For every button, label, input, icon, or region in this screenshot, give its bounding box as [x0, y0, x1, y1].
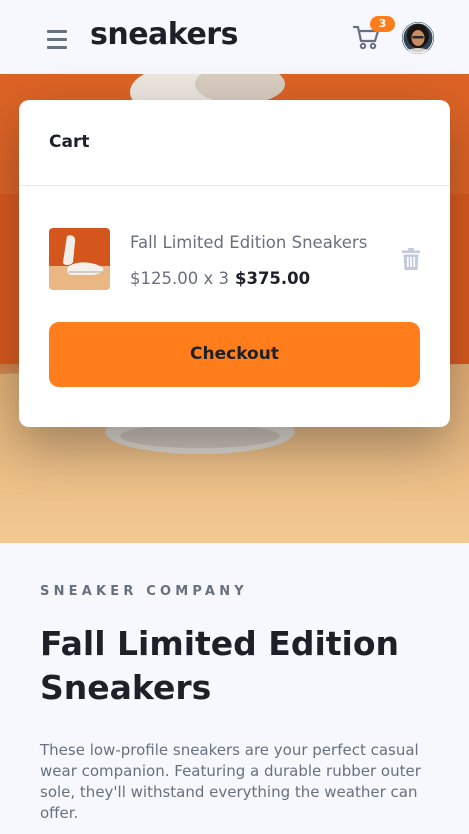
avatar[interactable] [402, 22, 434, 54]
top-header: sneakers 3 [0, 0, 469, 74]
checkout-button[interactable]: Checkout [49, 322, 420, 387]
trash-icon [402, 248, 420, 270]
cart-item-total: $375.00 [234, 269, 311, 288]
product-title: Fall Limited Edition Sneakers [40, 624, 400, 707]
cart-dropdown: Cart Fall Limited Edition Sneakers $125.… [19, 100, 450, 427]
delete-item-button[interactable] [402, 248, 420, 270]
cart-item-unit-price: $125.00 x 3 [130, 269, 229, 288]
company-label: SNEAKER COMPANY [40, 584, 248, 599]
product-description: These low-profile sneakers are your perf… [40, 741, 421, 822]
cart-item-name: Fall Limited Edition Sneakers [130, 233, 368, 252]
cart-count-badge: 3 [370, 16, 395, 32]
cart-item-price: $125.00 x 3 $375.00 [130, 269, 310, 288]
logo[interactable]: sneakers [90, 17, 238, 52]
divider [19, 185, 450, 186]
cart-item-thumbnail [49, 228, 110, 290]
cart-title: Cart [49, 132, 90, 152]
menu-icon[interactable] [47, 30, 67, 49]
